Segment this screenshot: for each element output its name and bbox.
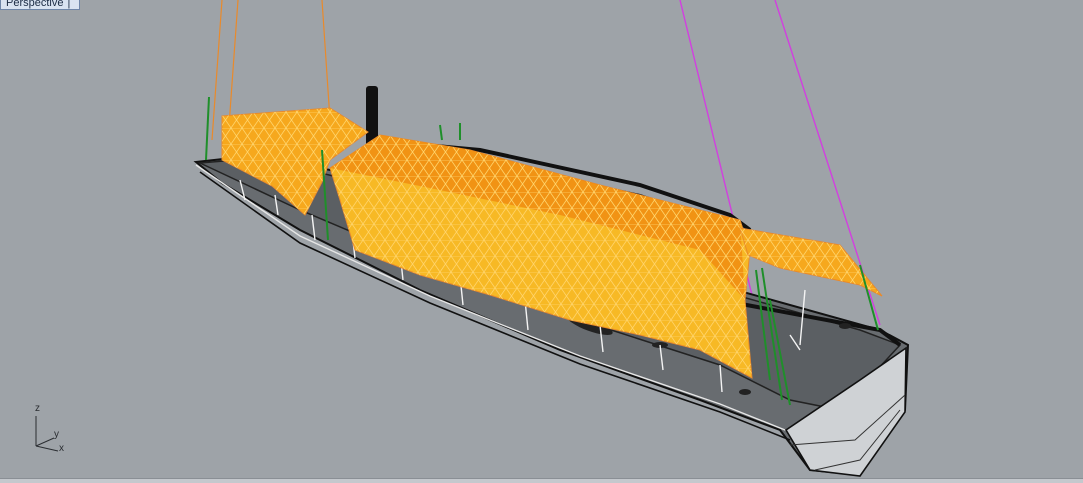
3d-scene[interactable] bbox=[0, 0, 1083, 483]
axis-x-label: x bbox=[59, 443, 64, 454]
axis-z-label: z bbox=[35, 403, 40, 414]
axis-y-label: y bbox=[54, 429, 59, 440]
axis-indicator: z y x bbox=[28, 404, 72, 456]
perspective-viewport[interactable]: Perspective | z y x bbox=[0, 0, 1083, 483]
viewport-title-tab[interactable]: Perspective | bbox=[0, 0, 81, 10]
viewport-bottom-edge bbox=[0, 478, 1083, 483]
viewport-title: Perspective bbox=[6, 0, 64, 9]
viewport-tab-separator: | bbox=[67, 0, 71, 9]
